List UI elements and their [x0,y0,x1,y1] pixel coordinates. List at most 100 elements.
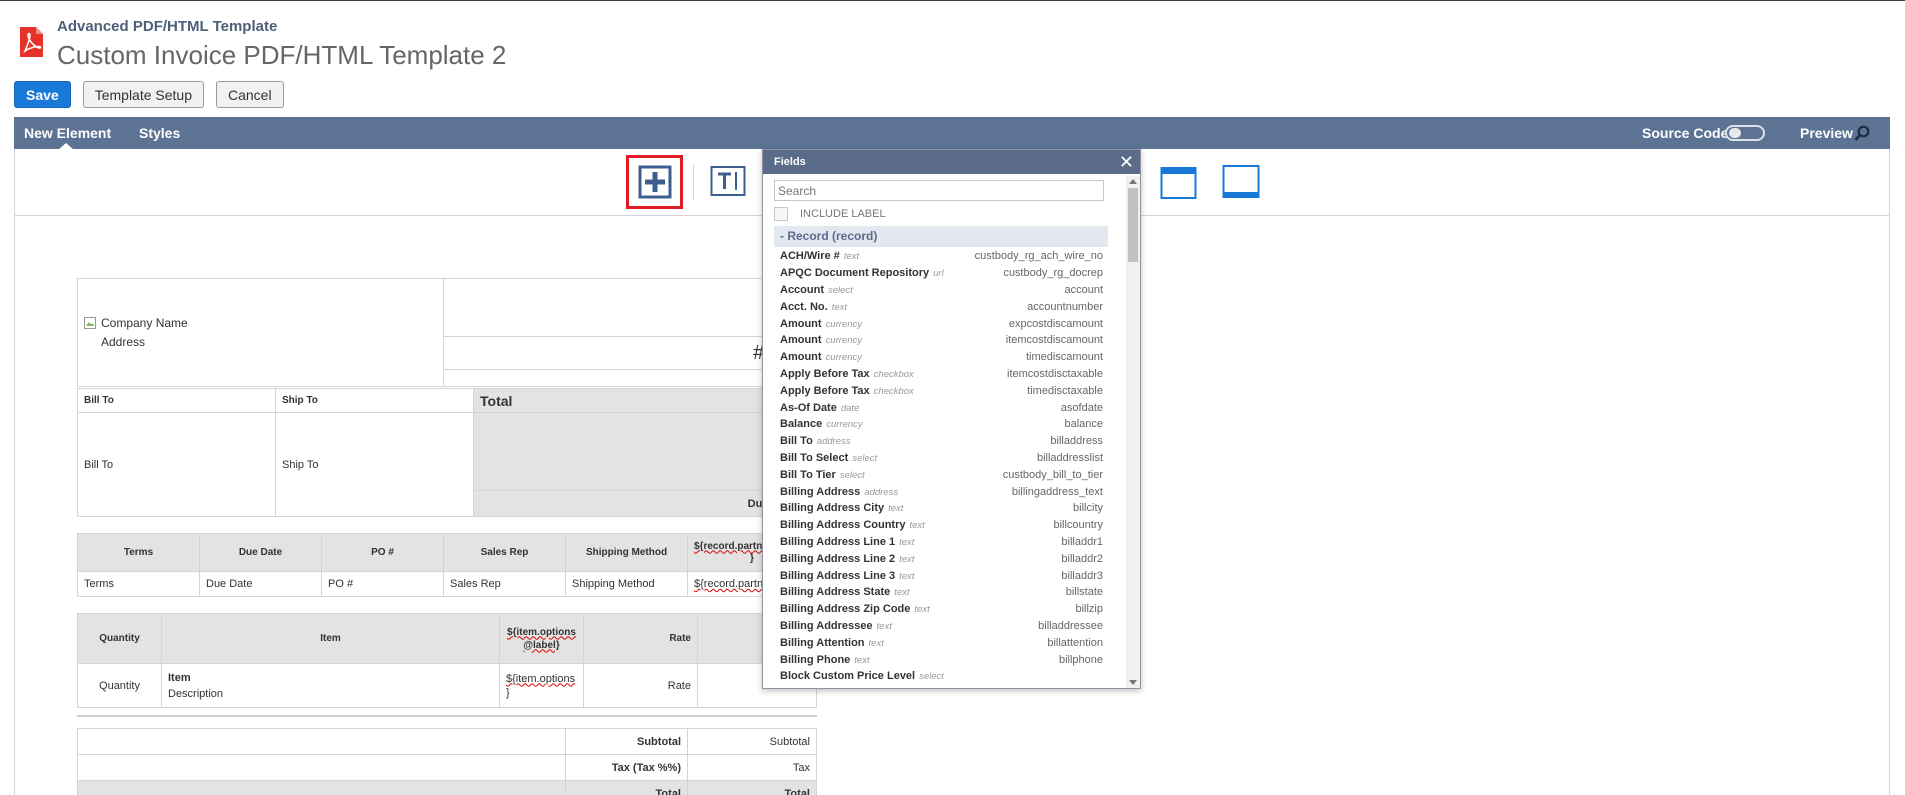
field-list-item[interactable]: Billing Phone text billphone [774,651,1108,668]
field-list-item[interactable]: Bill To address billaddress [774,433,1108,450]
include-label-text: INCLUDE LABEL [800,208,886,220]
item-value-options[interactable]: ${item.options } [499,663,584,708]
field-list-item[interactable]: Billing Address Country text billcountry [774,517,1108,534]
field-list-item[interactable]: Billing Address Zip Code text billzip [774,601,1108,618]
info-value-due-date[interactable]: Due Date [199,571,322,597]
field-search-input[interactable] [774,180,1104,201]
item-header-item[interactable]: Item [161,613,500,664]
item-header-quantity[interactable]: Quantity [77,613,162,664]
template-setup-button[interactable]: Template Setup [82,81,204,108]
item-value-quantity[interactable]: Quantity [77,663,162,708]
close-icon[interactable]: ✕ [1119,150,1134,174]
bill-to-value[interactable]: Bill To [77,412,276,517]
field-list-item[interactable]: Billing Addressee text billaddressee [774,618,1108,635]
info-header-shipping[interactable]: Shipping Method [565,533,688,572]
record-group-header[interactable]: - Record (record) [774,226,1108,247]
field-list-item[interactable]: APQC Document Repository url custbody_rg_d… [774,265,1108,282]
field-list-item[interactable]: Billing Address Line 1 text billaddr1 [774,534,1108,551]
field-id: balance [1064,418,1103,431]
bill-to-header[interactable]: Bill To [77,388,276,413]
ship-to-value[interactable]: Ship To [275,412,474,517]
footer-layout-icon[interactable] [1222,164,1260,200]
cancel-button[interactable]: Cancel [216,81,284,108]
grand-total-value[interactable]: Total [687,780,817,795]
field-list-item[interactable]: Amount currency itemcostdiscamount [774,332,1108,349]
field-name: Billing Attention [780,636,865,649]
invoice-number-cell[interactable]: #Invo [443,336,817,371]
field-list-item[interactable]: Apply Before Tax checkbox timedisctaxable [774,382,1108,399]
item-header-rate[interactable]: Rate [583,613,698,664]
scroll-thumb[interactable] [1128,188,1138,262]
source-code-toggle[interactable] [1725,125,1765,141]
grand-total-label[interactable]: Total [565,780,688,795]
info-value-shipping[interactable]: Shipping Method [565,571,688,597]
field-list-item[interactable]: Billing Address address billingaddress_tex… [774,483,1108,500]
field-name: Billing Address Line 3 [780,569,896,582]
field-list-item[interactable]: Amount currency timediscamount [774,349,1108,366]
scroll-up-icon[interactable] [1129,179,1137,184]
subtotal-value[interactable]: Subtotal [687,728,817,755]
preview-button[interactable]: Preview [1800,117,1853,149]
scroll-down-icon[interactable] [1129,680,1137,685]
field-type: text [888,503,904,515]
include-label-checkbox[interactable] [774,207,788,221]
field-label: Billing Addressee text [780,620,892,632]
field-list-item[interactable]: Bill To Tier select custbody_bill_to_tier [774,466,1108,483]
include-label-option[interactable]: INCLUDE LABEL [774,206,886,222]
field-type: address [816,436,851,448]
item-value-rate[interactable]: Rate [583,663,698,708]
info-header-terms[interactable]: Terms [77,533,200,572]
info-header-sales-rep[interactable]: Sales Rep [443,533,566,572]
field-list-item[interactable]: Bill To Select select billaddresslist [774,450,1108,467]
tab-styles[interactable]: Styles [139,117,180,149]
header-layout-icon[interactable] [1160,164,1198,200]
page-title: Custom Invoice PDF/HTML Template 2 [57,40,507,70]
field-list-item[interactable]: Billing Address Line 2 text billaddr2 [774,550,1108,567]
totals-table: Subtotal Subtotal Tax (Tax %%) Tax Total… [77,728,817,795]
field-list-item[interactable]: ACH/Wire # text custbody_rg_ach_wire_no [774,248,1108,265]
company-cell[interactable]: Company Name Address [77,278,444,387]
field-list-item[interactable]: Acct. No. text accountnumber [774,298,1108,315]
field-list-item[interactable]: Billing Attention text billattention [774,634,1108,651]
field-id: billaddr2 [1061,552,1103,565]
field-id: billingaddress_text [1011,485,1103,498]
info-header-po[interactable]: PO # [321,533,444,572]
editor-navbar: New Element Styles Source Code Preview [14,117,1890,150]
field-list-item[interactable]: Billing Address Line 3 text billaddr3 [774,567,1108,584]
field-list-item[interactable]: Balance currency balance [774,416,1108,433]
save-button[interactable]: Save [14,81,71,108]
field-name: Billing Address City [780,502,885,515]
field-name: Balance [780,418,823,431]
field-list-item[interactable]: Apply Before Tax checkbox itemcostdisctaxa… [774,366,1108,383]
field-label: Bill To Tier select [780,469,865,481]
info-value-terms[interactable]: Terms [77,571,200,597]
info-header-due-date[interactable]: Due Date [199,533,322,572]
add-field-element-button[interactable] [626,155,683,209]
item-value-item[interactable]: Item Description [161,663,500,708]
info-value-sales-rep[interactable]: Sales Rep [443,571,566,597]
field-label: Amount currency [780,334,862,346]
tax-label[interactable]: Tax (Tax %%) [565,754,688,781]
info-value-po[interactable]: PO # [321,571,444,597]
field-type: url [933,268,944,280]
magnifier-icon[interactable] [1854,125,1870,142]
toolbar-separator [693,165,694,201]
tab-new-element[interactable]: New Element [24,117,111,150]
field-list-item[interactable]: Block Custom Price Level select [774,668,1108,684]
field-list-item[interactable]: Billing Address City text billcity [774,500,1108,517]
plus-box-icon [638,165,671,199]
text-element-icon[interactable] [710,164,746,198]
field-list-item[interactable]: Account select account [774,282,1108,299]
invoice-title-cell[interactable]: T [443,277,817,338]
field-list-item[interactable]: As-Of Date date asofdate [774,399,1108,416]
ship-to-header[interactable]: Ship To [275,388,474,413]
field-name: Amount [780,317,822,330]
field-name: Billing Address Line 1 [780,535,896,548]
tax-value[interactable]: Tax [687,754,817,781]
fields-scrollbar[interactable] [1126,176,1140,688]
item-header-options[interactable]: ${item.options @label} [499,613,584,664]
field-list-item[interactable]: Amount currency expcostdiscamount [774,315,1108,332]
field-list-item[interactable]: Billing Address State text billstate [774,584,1108,601]
field-id: itemcostdisctaxable [1007,367,1103,380]
subtotal-label[interactable]: Subtotal [565,728,688,755]
